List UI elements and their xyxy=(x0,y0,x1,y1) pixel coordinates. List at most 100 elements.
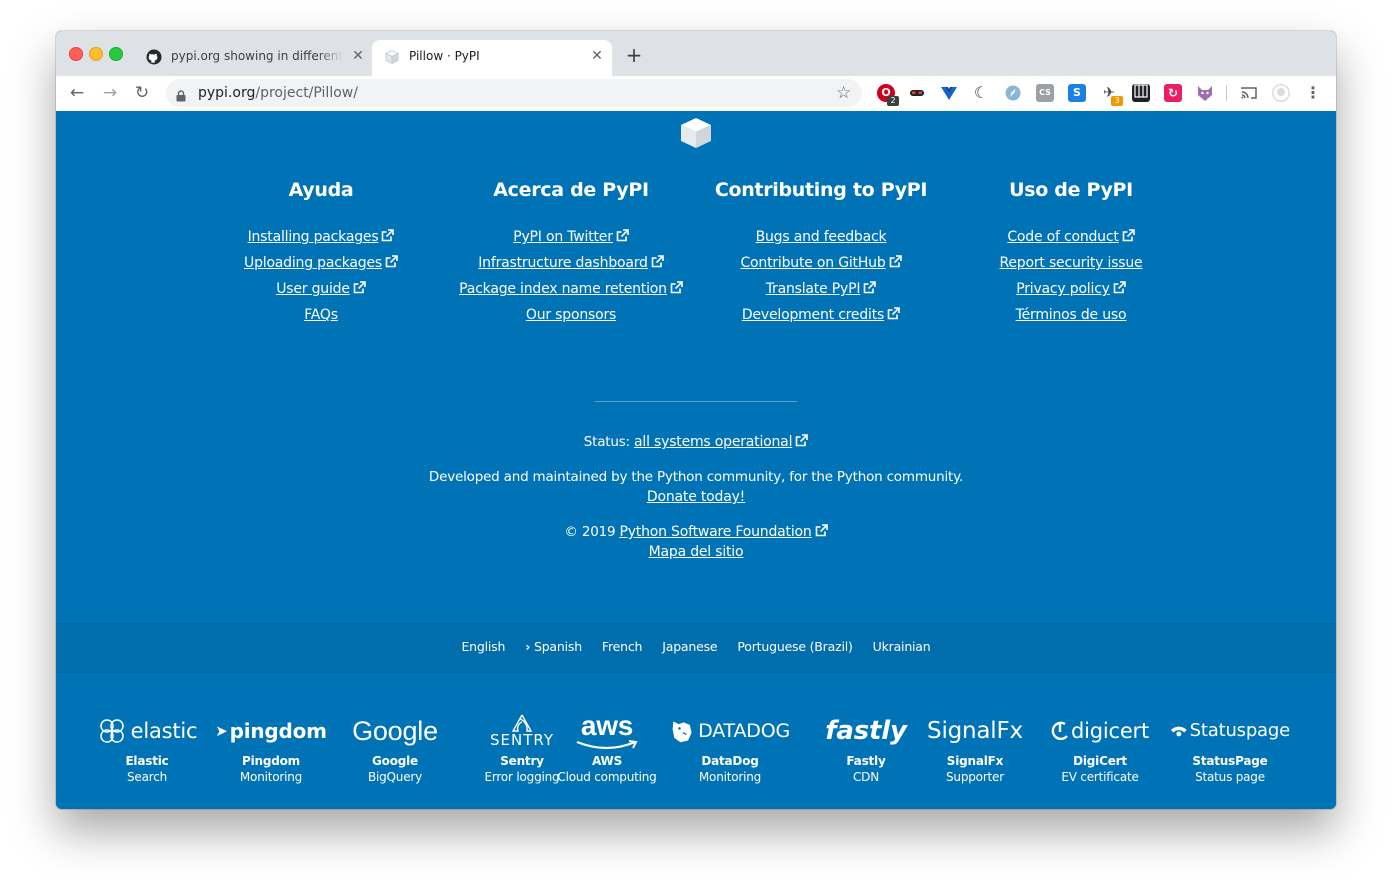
profile-icon[interactable] xyxy=(1272,84,1290,102)
minimize-window-button[interactable] xyxy=(89,47,103,61)
sponsor-logo-text: DATADOG xyxy=(698,720,790,742)
back-button[interactable]: ← xyxy=(66,82,88,104)
status-label: Status: xyxy=(583,434,630,450)
cast-icon[interactable] xyxy=(1240,84,1258,102)
language-ukrainian[interactable]: Ukrainian xyxy=(873,639,931,654)
external-link-icon xyxy=(1122,227,1135,249)
link-installing-packages[interactable]: Installing packages xyxy=(248,229,395,245)
link-translate-pypi[interactable]: Translate PyPI xyxy=(766,281,877,297)
refresh-icon[interactable]: ↻ xyxy=(1164,84,1182,102)
sponsor-name: StatusPage xyxy=(1192,754,1268,768)
link-privacy-policy[interactable]: Privacy policy xyxy=(1016,281,1126,297)
sponsor-fastly[interactable]: fastly Fastly CDN xyxy=(816,709,916,785)
google-icon: Google xyxy=(340,709,450,753)
browser-toolbar: ← → ↻ pypi.org/project/Pillow/ ☆ O 2 ☾ C… xyxy=(56,76,1336,112)
sponsor-logo-text: SignalFx xyxy=(927,718,1023,744)
link-terms-of-use[interactable]: Términos de uso xyxy=(1016,307,1127,323)
column-heading: Contributing to PyPI xyxy=(714,179,928,201)
sponsor-logo-text: aws xyxy=(580,710,634,741)
mask-icon[interactable] xyxy=(908,84,926,102)
link-bugs-feedback[interactable]: Bugs and feedback xyxy=(756,229,887,245)
link-faqs[interactable]: FAQs xyxy=(304,307,338,323)
css-icon[interactable]: CS xyxy=(1036,84,1054,102)
link-name-retention[interactable]: Package index name retention xyxy=(459,281,683,297)
sponsor-digicert[interactable]: digicert DigiCert EV certificate xyxy=(1040,709,1160,785)
column-heading: Ayuda xyxy=(288,179,354,201)
external-link-icon xyxy=(381,227,395,249)
language-spanish[interactable]: › Spanish xyxy=(525,639,582,654)
vue-icon[interactable] xyxy=(940,84,958,102)
sponsor-google[interactable]: Google Google BigQuery xyxy=(340,709,450,785)
link-psf[interactable]: Python Software Foundation xyxy=(619,524,828,540)
close-tab-icon[interactable]: ✕ xyxy=(589,48,605,64)
reload-button[interactable]: ↻ xyxy=(131,82,153,104)
extension-badge: 3 xyxy=(1111,96,1123,106)
link-pypi-twitter[interactable]: PyPI on Twitter xyxy=(513,229,629,245)
pingdom-icon: ➤ pingdom xyxy=(215,719,327,743)
language-english[interactable]: English xyxy=(461,639,505,654)
footer-divider xyxy=(595,401,797,402)
external-link-icon xyxy=(1113,279,1126,301)
sponsor-aws[interactable]: aws AWS Cloud computing xyxy=(552,709,662,785)
language-french[interactable]: French xyxy=(602,639,643,654)
fox-icon[interactable] xyxy=(1196,84,1214,102)
zoom-window-button[interactable] xyxy=(109,47,123,61)
link-report-security[interactable]: Report security issue xyxy=(1000,255,1143,271)
link-user-guide[interactable]: User guide xyxy=(276,281,366,297)
moon-icon[interactable]: ☾ xyxy=(972,84,990,102)
sponsor-logo-text: Google xyxy=(352,716,438,746)
column-heading: Uso de PyPI xyxy=(1009,179,1133,201)
compass-icon[interactable] xyxy=(1004,84,1022,102)
menu-icon[interactable]: ⋮ xyxy=(1304,84,1322,102)
address-bar[interactable]: pypi.org/project/Pillow/ ☆ xyxy=(166,79,862,107)
forward-button[interactable]: → xyxy=(99,82,121,104)
sponsor-pingdom[interactable]: ➤ pingdom Pingdom Monitoring xyxy=(215,709,327,785)
donate-line: Donate today! xyxy=(56,489,1336,505)
current-language-marker: › xyxy=(525,639,531,654)
close-tab-icon[interactable]: ✕ xyxy=(350,48,366,64)
sponsor-name: Pingdom xyxy=(242,754,300,768)
link-donate[interactable]: Donate today! xyxy=(647,489,745,505)
sponsor-statuspage[interactable]: Statuspage StatusPage Status page xyxy=(1170,709,1290,785)
new-tab-button[interactable]: + xyxy=(624,45,644,65)
sponsor-role: EV certificate xyxy=(1061,770,1139,784)
language-list: English › Spanish French Japanese Portug… xyxy=(56,639,1336,654)
link-development-credits[interactable]: Development credits xyxy=(742,307,900,323)
link-infrastructure-dashboard[interactable]: Infrastructure dashboard xyxy=(478,255,664,271)
sponsor-name: Google xyxy=(372,754,418,768)
language-japanese[interactable]: Japanese xyxy=(662,639,717,654)
browser-window: pypi.org showing in different la ✕ Pillo… xyxy=(56,31,1336,809)
sponsor-role: Supporter xyxy=(946,770,1004,784)
link-sitemap[interactable]: Mapa del sitio xyxy=(649,544,744,560)
close-window-button[interactable] xyxy=(69,47,83,61)
tab-strip: pypi.org showing in different la ✕ Pillo… xyxy=(56,31,1336,76)
external-link-icon xyxy=(616,227,629,249)
columns-icon[interactable] xyxy=(1132,84,1150,102)
link-our-sponsors[interactable]: Our sponsors xyxy=(526,307,616,323)
sponsor-name: AWS xyxy=(591,754,623,768)
sponsor-logo-text: digicert xyxy=(1070,719,1150,743)
link-contribute-github[interactable]: Contribute on GitHub xyxy=(740,255,902,271)
s-icon[interactable]: S xyxy=(1068,84,1086,102)
sitemap-line: Mapa del sitio xyxy=(56,544,1336,560)
external-link-icon xyxy=(353,279,366,301)
sponsor-name: SignalFx xyxy=(946,754,1004,768)
bookmark-star-icon[interactable]: ☆ xyxy=(836,83,851,103)
sponsor-role: CDN xyxy=(853,770,879,784)
extension-badge: 2 xyxy=(887,96,899,106)
external-link-icon xyxy=(887,305,900,327)
sponsor-elastic[interactable]: elastic Elastic Search xyxy=(92,709,202,785)
tab-pillow-pypi[interactable]: Pillow · PyPI ✕ xyxy=(372,40,612,76)
sponsor-signalfx[interactable]: SignalFx SignalFx Supporter xyxy=(920,709,1030,785)
external-link-icon xyxy=(795,434,809,451)
link-status[interactable]: all systems operational xyxy=(634,434,809,451)
tab-github[interactable]: pypi.org showing in different la ✕ xyxy=(134,40,372,76)
sponsor-logo-text: SENTRY xyxy=(489,731,554,749)
link-uploading-packages[interactable]: Uploading packages xyxy=(244,255,398,271)
pypi-footer: Ayuda Installing packages Uploading pack… xyxy=(56,111,1336,809)
sponsor-datadog[interactable]: DATADOG DataDog Monitoring xyxy=(670,709,790,785)
link-code-of-conduct[interactable]: Code of conduct xyxy=(1007,229,1135,245)
statuspage-icon: Statuspage xyxy=(1170,709,1290,753)
aws-icon: aws xyxy=(552,709,662,753)
language-portuguese-brazil[interactable]: Portuguese (Brazil) xyxy=(737,639,852,654)
